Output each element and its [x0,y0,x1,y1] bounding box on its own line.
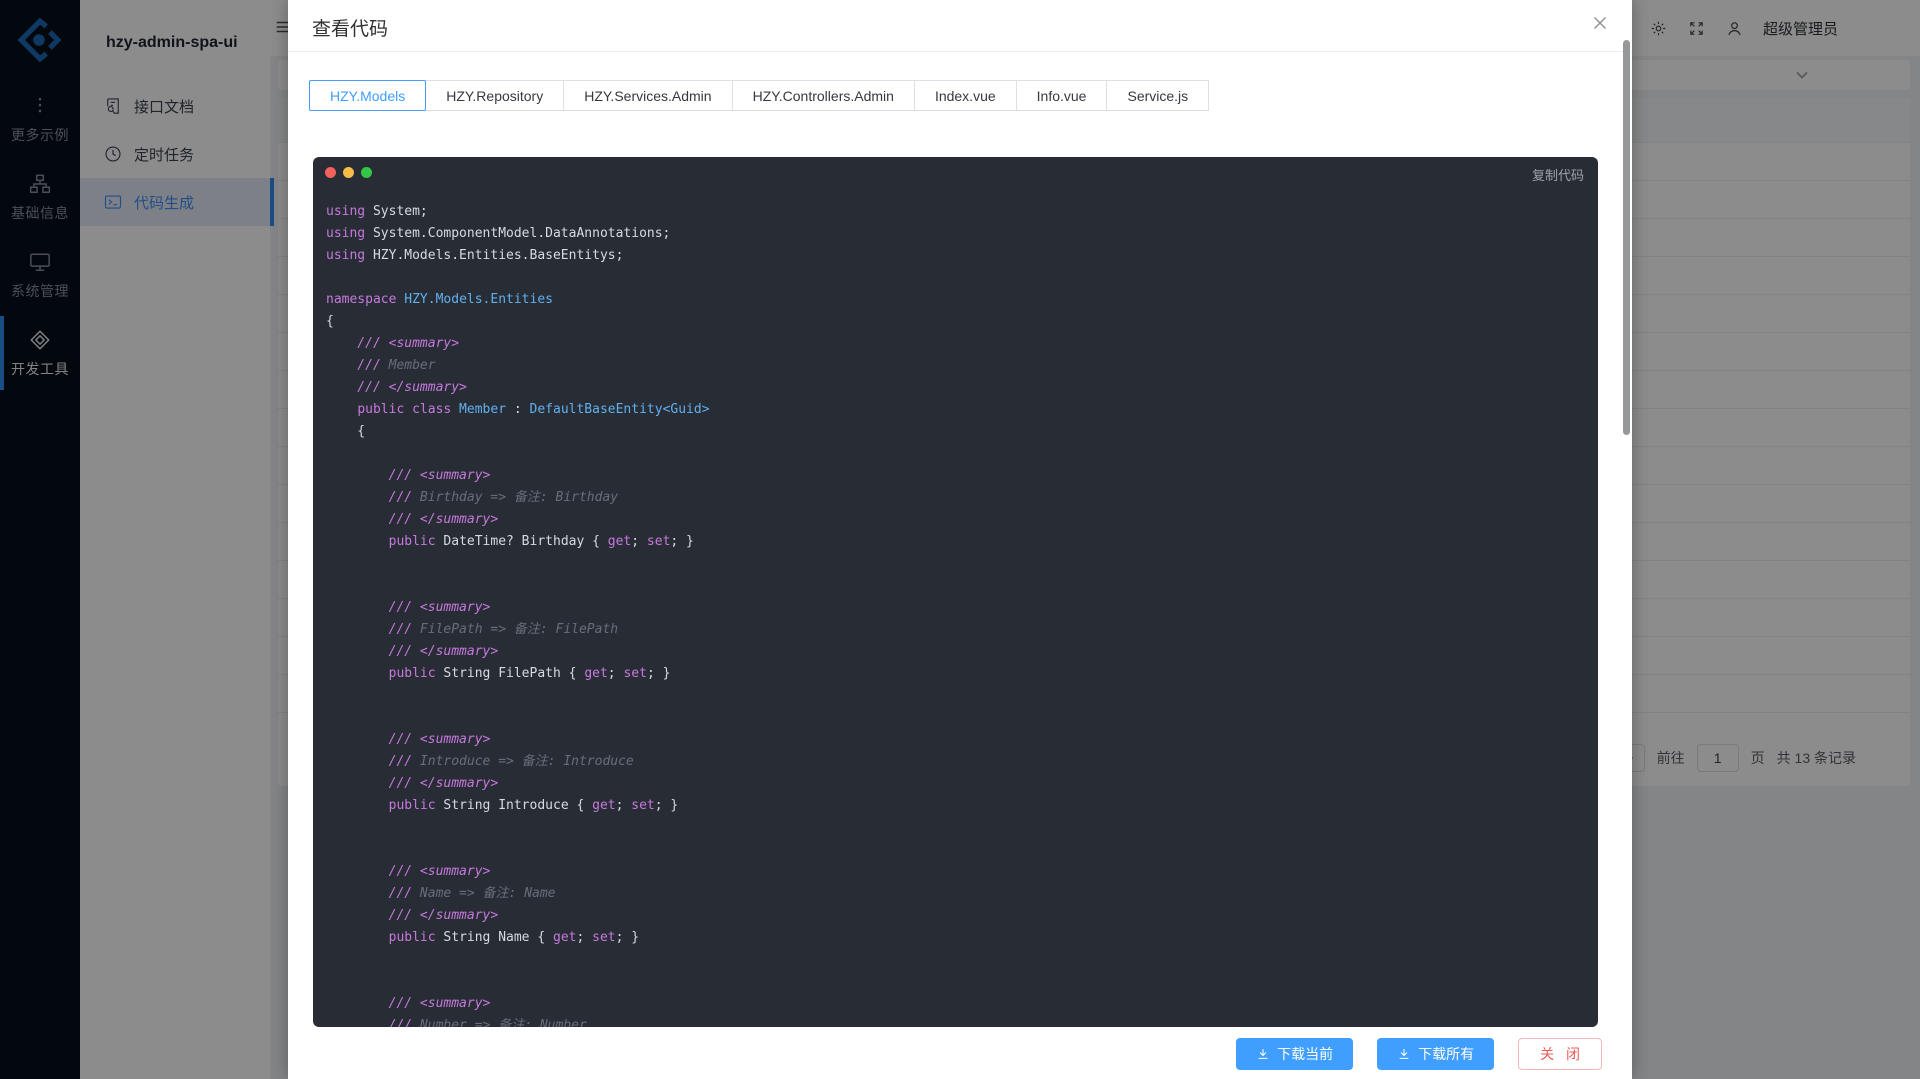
code-line: { [326,311,1582,333]
code-line: /// <summary> [326,597,1582,619]
traffic-light-green [361,167,372,178]
button-label: 关 闭 [1540,1044,1584,1064]
code-line: public String FilePath { get; set; } [326,663,1582,685]
code-line: /// <summary> [326,333,1582,355]
code-line: /// <summary> [326,465,1582,487]
code-line: /// FilePath => 备注: FilePath [326,619,1582,641]
code-file-tabs: HZY.ModelsHZY.RepositoryHZY.Services.Adm… [309,80,1209,111]
close-icon[interactable] [1592,15,1612,35]
code-line: /// Number => 备注: Number [326,1015,1582,1027]
traffic-light-red [325,167,336,178]
tab-index-vue[interactable]: Index.vue [914,80,1017,111]
screen: 更多示例基础信息系统管理开发工具 hzy-admin-spa-ui 接口文档定时… [0,0,1920,1079]
view-code-dialog: 查看代码 HZY.ModelsHZY.RepositoryHZY.Service… [288,0,1632,1079]
code-line: /// Birthday => 备注: Birthday [326,487,1582,509]
traffic-light-yellow [343,167,354,178]
code-line: public DateTime? Birthday { get; set; } [326,531,1582,553]
code-window: 复制代码 using System;using System.Component… [313,157,1598,1027]
code-line: /// Name => 备注: Name [326,883,1582,905]
code-line: /// </summary> [326,641,1582,663]
copy-code-button[interactable]: 复制代码 [1532,165,1584,184]
dialog-header: 查看代码 [288,0,1632,52]
download-current-button[interactable]: 下载当前 [1236,1038,1353,1070]
code-line [326,685,1582,707]
code-line: /// </summary> [326,905,1582,927]
close-button[interactable]: 关 闭 [1518,1038,1602,1070]
download-all-button[interactable]: 下载所有 [1377,1038,1494,1070]
tab-info-vue[interactable]: Info.vue [1016,80,1108,111]
code-line [326,949,1582,971]
code-line [326,707,1582,729]
code-line: public String Name { get; set; } [326,927,1582,949]
dialog-scrollbar-thumb[interactable] [1623,40,1630,435]
code-line: using System; [326,201,1582,223]
code-content: using System;using System.ComponentModel… [313,187,1598,1027]
button-label: 下载所有 [1418,1044,1474,1064]
tab-hzy-controllers-admin[interactable]: HZY.Controllers.Admin [732,80,915,111]
tab-service-js[interactable]: Service.js [1106,80,1209,111]
tab-hzy-repository[interactable]: HZY.Repository [425,80,564,111]
download-icon [1397,1047,1411,1061]
code-line: /// <summary> [326,993,1582,1015]
code-line [326,817,1582,839]
code-line: /// Introduce => 备注: Introduce [326,751,1582,773]
code-line [326,971,1582,993]
code-line [326,553,1582,575]
dialog-title: 查看代码 [312,14,388,41]
code-line [326,443,1582,465]
code-line: { [326,421,1582,443]
code-line: public String Introduce { get; set; } [326,795,1582,817]
code-line: /// </summary> [326,377,1582,399]
dialog-footer: 下载当前 下载所有 关 闭 [1236,1038,1602,1070]
code-line: /// Member [326,355,1582,377]
button-label: 下载当前 [1277,1044,1333,1064]
code-line: namespace HZY.Models.Entities [326,289,1582,311]
tab-hzy-models[interactable]: HZY.Models [309,80,426,111]
download-icon [1256,1047,1270,1061]
code-line [326,267,1582,289]
code-line [326,575,1582,597]
code-line: /// <summary> [326,861,1582,883]
code-line: public class Member : DefaultBaseEntity<… [326,399,1582,421]
code-line: /// </summary> [326,509,1582,531]
code-line: using System.ComponentModel.DataAnnotati… [326,223,1582,245]
code-line: using HZY.Models.Entities.BaseEntitys; [326,245,1582,267]
code-line: /// </summary> [326,773,1582,795]
code-line: /// <summary> [326,729,1582,751]
code-window-titlebar: 复制代码 [313,157,1598,187]
tab-hzy-services-admin[interactable]: HZY.Services.Admin [563,80,732,111]
code-line [326,839,1582,861]
